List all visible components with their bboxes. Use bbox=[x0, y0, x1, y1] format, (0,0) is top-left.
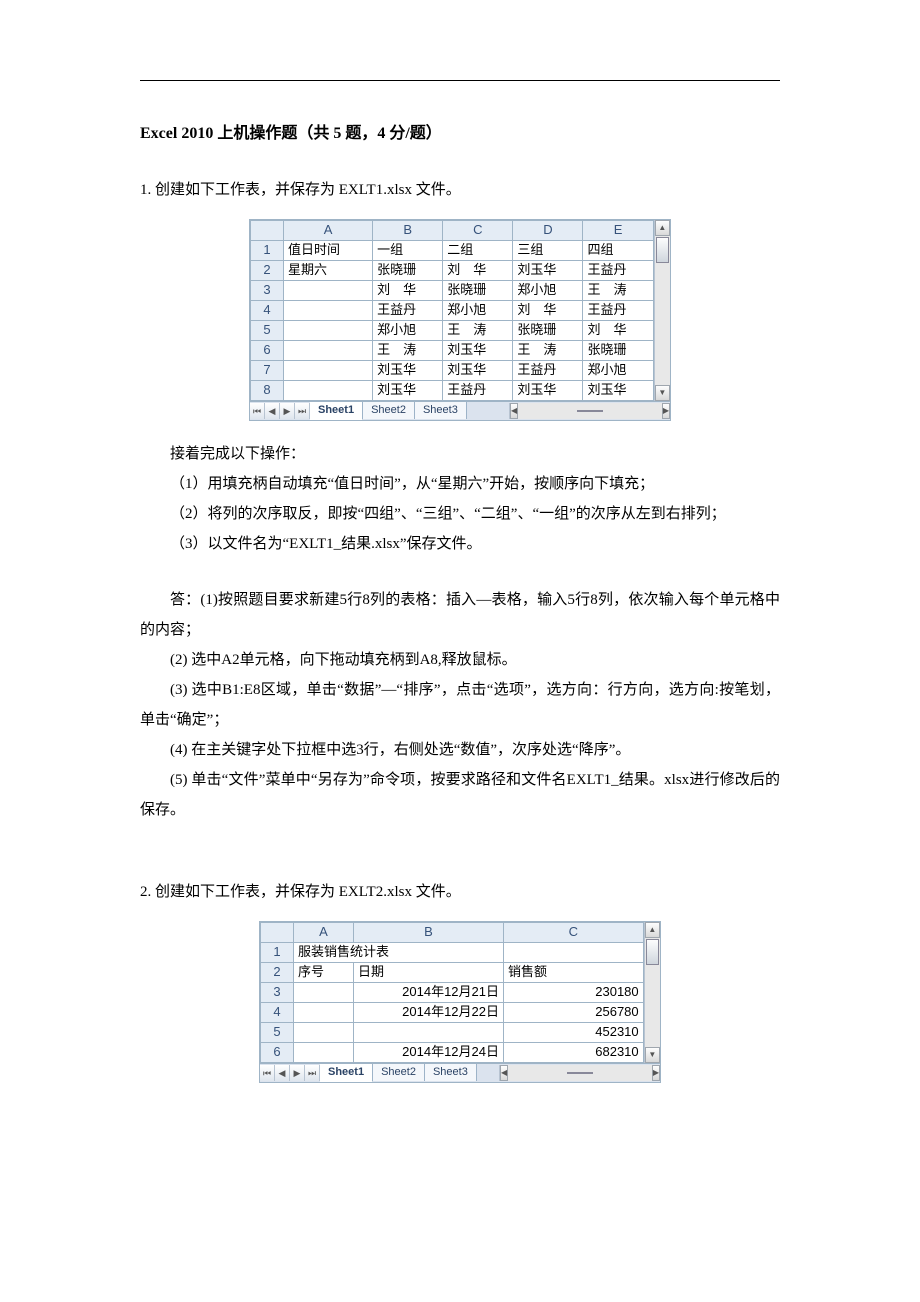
next-sheet-icon[interactable]: ▶ bbox=[290, 1065, 305, 1081]
answer-paragraph: (3) 选中B1:E8区域，单击“数据”—“排序”，点击“选项”，选方向：行方向… bbox=[140, 675, 780, 735]
scroll-right-icon[interactable]: ▶ bbox=[652, 1065, 660, 1081]
page-title: Excel 2010 上机操作题（共 5 题，4 分/题） bbox=[140, 121, 780, 147]
first-sheet-icon[interactable]: ⏮ bbox=[250, 403, 265, 419]
table-row: 2 序号 日期 销售额 bbox=[261, 962, 644, 982]
scroll-down-icon[interactable]: ▼ bbox=[645, 1047, 660, 1063]
sheet-tab[interactable]: Sheet2 bbox=[363, 402, 415, 419]
next-sheet-icon[interactable]: ▶ bbox=[280, 403, 295, 419]
answer-text: (1)按照题目要求新建5行8列的表格：插入—表格，输入5行8列，依次输入每个单元… bbox=[140, 592, 780, 638]
excel-table-1: A B C D E 1 值日时间 一组 二组 三组 四组 2 星期六 bbox=[250, 220, 654, 401]
prev-sheet-icon[interactable]: ◀ bbox=[265, 403, 280, 419]
answer-paragraph: (4) 在主关键字处下拉框中选3行，右侧处选“数值”，次序处选“降序”。 bbox=[140, 735, 780, 765]
scroll-up-icon[interactable]: ▲ bbox=[645, 922, 660, 938]
scroll-right-icon[interactable]: ▶ bbox=[662, 403, 670, 419]
answer-paragraph: (2) 选中A2单元格，向下拖动填充柄到A8,释放鼠标。 bbox=[140, 645, 780, 675]
answer-paragraph: (5) 单击“文件”菜单中“另存为”命令项，按要求路径和文件名EXLT1_结果。… bbox=[140, 765, 780, 825]
scroll-thumb[interactable] bbox=[656, 237, 669, 263]
sheet-tab[interactable]: Sheet3 bbox=[425, 1064, 477, 1081]
col-header: B bbox=[354, 922, 504, 942]
excel-table-2: A B C 1 服装销售统计表 2 序号 日期 销售额 3 bbox=[260, 922, 644, 1063]
sheet-tab[interactable]: Sheet3 bbox=[415, 402, 467, 419]
scroll-down-icon[interactable]: ▼ bbox=[655, 385, 670, 401]
col-header: A bbox=[294, 922, 354, 942]
scroll-up-icon[interactable]: ▲ bbox=[655, 220, 670, 236]
vertical-scrollbar[interactable]: ▲ ▼ bbox=[644, 922, 660, 1063]
table-row: 8 刘玉华 王益丹 刘玉华 刘玉华 bbox=[251, 380, 654, 400]
scroll-left-icon[interactable]: ◀ bbox=[510, 403, 518, 419]
horizontal-scrollbar[interactable]: ◀ ▶ bbox=[499, 1065, 660, 1081]
table-row: 4 王益丹 郑小旭 刘 华 王益丹 bbox=[251, 300, 654, 320]
sheet-tabstrip: ⏮ ◀ ▶ ⏭ Sheet1 Sheet2 Sheet3 ◀ ▶ bbox=[250, 401, 670, 420]
table-row: 6 2014年12月24日 682310 bbox=[261, 1042, 644, 1062]
vertical-scrollbar[interactable]: ▲ ▼ bbox=[654, 220, 670, 401]
sheet-tab[interactable]: Sheet1 bbox=[320, 1064, 373, 1082]
table-row: 7 刘玉华 刘玉华 王益丹 郑小旭 bbox=[251, 360, 654, 380]
table-row: 5 452310 bbox=[261, 1022, 644, 1042]
table-row: 4 2014年12月22日 256780 bbox=[261, 1002, 644, 1022]
last-sheet-icon[interactable]: ⏭ bbox=[295, 403, 310, 419]
corner-cell bbox=[251, 220, 284, 240]
col-header: A bbox=[284, 220, 373, 240]
paragraph: （3）以文件名为“EXLT1_结果.xlsx”保存文件。 bbox=[140, 529, 780, 559]
page-rule bbox=[140, 80, 780, 81]
col-header: C bbox=[504, 922, 644, 942]
question-1: 1. 创建如下工作表，并保存为 EXLT1.xlsx 文件。 bbox=[140, 175, 780, 205]
scroll-thumb[interactable] bbox=[646, 939, 659, 965]
paragraph: 接着完成以下操作： bbox=[140, 439, 780, 469]
table-row: 1 服装销售统计表 bbox=[261, 942, 644, 962]
corner-cell bbox=[261, 922, 294, 942]
col-header: B bbox=[373, 220, 443, 240]
answer-paragraph: 答：(1)按照题目要求新建5行8列的表格：插入—表格，输入5行8列，依次输入每个… bbox=[140, 585, 780, 645]
question-2: 2. 创建如下工作表，并保存为 EXLT2.xlsx 文件。 bbox=[140, 877, 780, 907]
excel-embed-2: A B C 1 服装销售统计表 2 序号 日期 销售额 3 bbox=[259, 921, 661, 1083]
paragraph: （2）将列的次序取反，即按“四组”、“三组”、“二组”、“一组”的次序从左到右排… bbox=[140, 499, 780, 529]
scroll-thumb[interactable] bbox=[567, 1072, 593, 1074]
answer-label: 答： bbox=[170, 592, 200, 608]
excel-embed-1: A B C D E 1 值日时间 一组 二组 三组 四组 2 星期六 bbox=[249, 219, 671, 421]
table-row: 3 刘 华 张晓珊 郑小旭 王 涛 bbox=[251, 280, 654, 300]
scroll-left-icon[interactable]: ◀ bbox=[500, 1065, 508, 1081]
last-sheet-icon[interactable]: ⏭ bbox=[305, 1065, 320, 1081]
sheet-tab[interactable]: Sheet1 bbox=[310, 402, 363, 420]
sheet-tabstrip: ⏮ ◀ ▶ ⏭ Sheet1 Sheet2 Sheet3 ◀ ▶ bbox=[260, 1063, 660, 1082]
horizontal-scrollbar[interactable]: ◀ ▶ bbox=[509, 403, 670, 419]
table-row: 6 王 涛 刘玉华 王 涛 张晓珊 bbox=[251, 340, 654, 360]
sheet-tab[interactable]: Sheet2 bbox=[373, 1064, 425, 1081]
table-row: 2 星期六 张晓珊 刘 华 刘玉华 王益丹 bbox=[251, 260, 654, 280]
prev-sheet-icon[interactable]: ◀ bbox=[275, 1065, 290, 1081]
col-header: D bbox=[513, 220, 583, 240]
scroll-thumb[interactable] bbox=[577, 410, 603, 412]
col-header: E bbox=[583, 220, 653, 240]
table-row: 3 2014年12月21日 230180 bbox=[261, 982, 644, 1002]
first-sheet-icon[interactable]: ⏮ bbox=[260, 1065, 275, 1081]
paragraph: （1）用填充柄自动填充“值日时间”，从“星期六”开始，按顺序向下填充； bbox=[140, 469, 780, 499]
table-row: 5 郑小旭 王 涛 张晓珊 刘 华 bbox=[251, 320, 654, 340]
col-header: C bbox=[443, 220, 513, 240]
table-row: 1 值日时间 一组 二组 三组 四组 bbox=[251, 240, 654, 260]
